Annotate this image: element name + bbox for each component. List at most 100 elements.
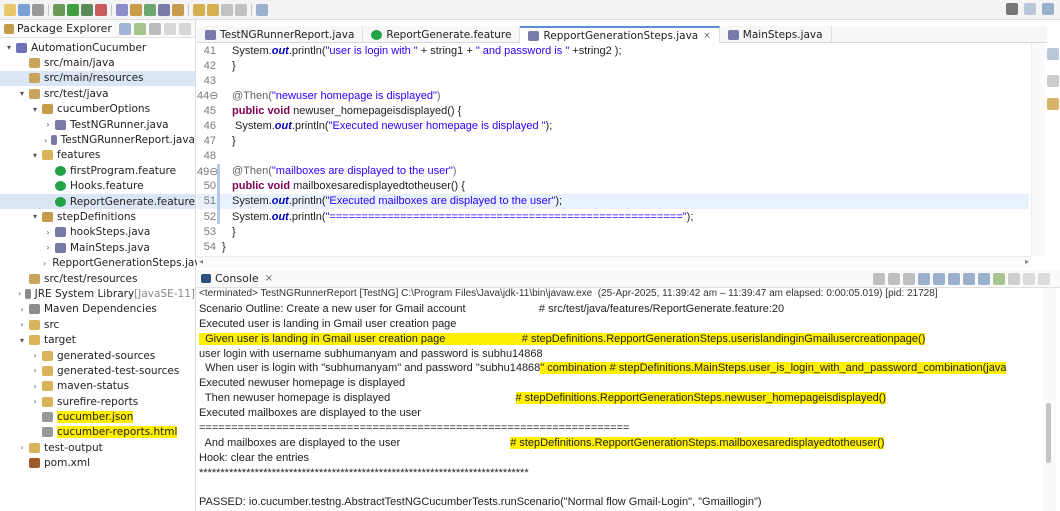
tree-item[interactable]: pom.xml xyxy=(0,456,195,471)
tree-item[interactable]: › generated-sources xyxy=(0,348,195,363)
perspective-java-icon[interactable] xyxy=(1024,3,1036,15)
tree-item[interactable]: › TestNGRunner.java xyxy=(0,117,195,132)
code-line[interactable]: 45 public void newuser_homepageisdisplaye… xyxy=(197,103,1029,118)
tree-item[interactable]: › JRE System Library [JavaSE-11] xyxy=(0,286,195,301)
collapsed-chevron-icon[interactable]: › xyxy=(43,243,53,252)
collapsed-chevron-icon[interactable]: › xyxy=(17,305,27,314)
link-with-editor-icon[interactable] xyxy=(134,23,146,35)
code-line[interactable]: 43 xyxy=(197,73,1029,88)
code-line[interactable]: 52 System.out.println("==================… xyxy=(197,209,1029,225)
code-line[interactable]: 41 System.out.println("user is login with… xyxy=(197,43,1029,58)
expanded-chevron-icon[interactable]: ▾ xyxy=(30,105,40,114)
run-coverage-icon[interactable] xyxy=(81,3,93,16)
editor-tab[interactable]: TestNGRunnerReport.java xyxy=(197,26,364,43)
tree-item[interactable]: src/test/resources xyxy=(0,271,195,286)
code-line[interactable]: 51 System.out.println("Executed mailboxes… xyxy=(197,193,1029,210)
editor-tab[interactable]: ReportGenerate.feature xyxy=(363,26,521,43)
code-line[interactable]: 46 System.out.println("Executed newuser … xyxy=(197,118,1029,133)
tree-item[interactable]: › test-output xyxy=(0,440,195,455)
terminate-icon[interactable] xyxy=(873,273,885,285)
search-icon[interactable] xyxy=(1006,3,1018,15)
new-class-icon[interactable] xyxy=(144,3,156,16)
new-java-project-icon[interactable] xyxy=(116,3,128,16)
external-tools-icon[interactable] xyxy=(95,3,107,16)
tree-item[interactable]: › MainSteps.java xyxy=(0,240,195,255)
expanded-chevron-icon[interactable]: ▾ xyxy=(30,151,40,160)
code-editor[interactable]: 41 System.out.println("user is login with… xyxy=(197,43,1029,256)
tree-item[interactable]: › Maven Dependencies xyxy=(0,302,195,317)
console-scroll-thumb[interactable] xyxy=(1046,403,1051,463)
tree-item[interactable]: › maven-status xyxy=(0,379,195,394)
scroll-lock-icon[interactable] xyxy=(933,273,945,285)
close-icon[interactable]: × xyxy=(265,273,273,284)
save-icon[interactable] xyxy=(18,3,30,16)
back-icon[interactable] xyxy=(221,3,233,16)
scroll-left-icon[interactable]: ◂ xyxy=(199,257,203,266)
editor-tab[interactable]: RepportGenerationSteps.java × xyxy=(520,26,720,43)
expanded-chevron-icon[interactable]: ▾ xyxy=(30,212,40,221)
tree-item[interactable]: › generated-test-sources xyxy=(0,363,195,378)
code-line[interactable]: 48 xyxy=(197,149,1029,164)
tree-item[interactable]: Hooks.feature xyxy=(0,179,195,194)
minimize-icon[interactable] xyxy=(164,23,176,35)
collapsed-chevron-icon[interactable]: › xyxy=(17,320,27,329)
collapse-all-icon[interactable] xyxy=(119,23,131,35)
tree-item[interactable]: ▾ cucumberOptions xyxy=(0,102,195,117)
editor-horizontal-scrollbar[interactable]: ◂ ▸ xyxy=(197,256,1031,268)
remove-launch-icon[interactable] xyxy=(888,273,900,285)
open-console-icon[interactable] xyxy=(993,273,1005,285)
collapsed-chevron-icon[interactable]: › xyxy=(43,120,53,129)
tree-item[interactable]: › src xyxy=(0,317,195,332)
code-line[interactable]: 47} xyxy=(197,134,1029,149)
scroll-right-icon[interactable]: ▸ xyxy=(1025,257,1029,266)
maximize-icon[interactable] xyxy=(1038,273,1050,285)
console-tab[interactable]: Console xyxy=(215,272,259,285)
pin-console-icon[interactable] xyxy=(963,273,975,285)
code-line[interactable]: 42} xyxy=(197,58,1029,73)
tree-item[interactable]: cucumber-reports.html xyxy=(0,425,195,440)
prev-annotation-icon[interactable] xyxy=(207,3,219,16)
debug-icon[interactable] xyxy=(53,3,65,16)
view-menu-icon[interactable] xyxy=(1008,273,1020,285)
tree-item[interactable]: ▾ target xyxy=(0,332,195,347)
display-console-icon[interactable] xyxy=(978,273,990,285)
forward-icon[interactable] xyxy=(235,3,247,16)
code-line[interactable]: 50 public void mailboxesaredisplayedtothe… xyxy=(197,178,1029,194)
run-icon[interactable] xyxy=(67,3,79,16)
collapsed-chevron-icon[interactable]: › xyxy=(30,366,40,375)
close-tab-icon[interactable]: × xyxy=(703,31,711,41)
tree-item[interactable]: ▾ src/test/java xyxy=(0,86,195,101)
clear-console-icon[interactable] xyxy=(918,273,930,285)
tree-item[interactable]: › RepportGenerationSteps.java xyxy=(0,255,207,270)
new-file-icon[interactable] xyxy=(4,3,16,16)
code-line[interactable]: 44⊖ @Then("newuser homepage is displayed"… xyxy=(197,88,1029,103)
package-explorer-title[interactable]: Package Explorer xyxy=(17,22,112,35)
outline-icon[interactable] xyxy=(1047,48,1059,60)
tree-item[interactable]: ▾ AutomationCucumber xyxy=(0,40,195,55)
word-wrap-icon[interactable] xyxy=(948,273,960,285)
collapsed-chevron-icon[interactable]: › xyxy=(43,136,49,145)
collapsed-chevron-icon[interactable]: › xyxy=(30,351,40,360)
maximize-icon[interactable] xyxy=(179,23,191,35)
collapsed-chevron-icon[interactable]: › xyxy=(17,289,23,298)
expanded-chevron-icon[interactable]: ▾ xyxy=(4,43,14,52)
tree-item[interactable]: src/main/java xyxy=(0,55,195,70)
tree-item[interactable]: › TestNGRunnerReport.java xyxy=(0,132,195,147)
tree-item[interactable]: firstProgram.feature xyxy=(0,163,195,178)
pin-editor-icon[interactable] xyxy=(256,3,268,16)
editor-tab[interactable]: MainSteps.java xyxy=(720,26,832,43)
task-list-icon[interactable] xyxy=(1047,75,1059,87)
console-vertical-scrollbar[interactable] xyxy=(1043,288,1056,511)
tree-item[interactable]: › hookSteps.java xyxy=(0,225,195,240)
collapsed-chevron-icon[interactable]: › xyxy=(30,397,40,406)
print-icon[interactable] xyxy=(32,3,44,16)
editor-vertical-scrollbar[interactable] xyxy=(1031,43,1045,256)
new-package-icon[interactable] xyxy=(130,3,142,16)
console-output[interactable]: <terminated> TestNGRunnerReport [TestNG]… xyxy=(197,288,1043,511)
tree-item[interactable]: ReportGenerate.feature xyxy=(0,193,195,210)
expanded-chevron-icon[interactable]: ▾ xyxy=(17,336,27,345)
expanded-chevron-icon[interactable]: ▾ xyxy=(17,89,27,98)
search-icon[interactable] xyxy=(172,3,184,16)
collapsed-chevron-icon[interactable]: › xyxy=(43,228,53,237)
collapsed-chevron-icon[interactable]: › xyxy=(43,259,46,268)
